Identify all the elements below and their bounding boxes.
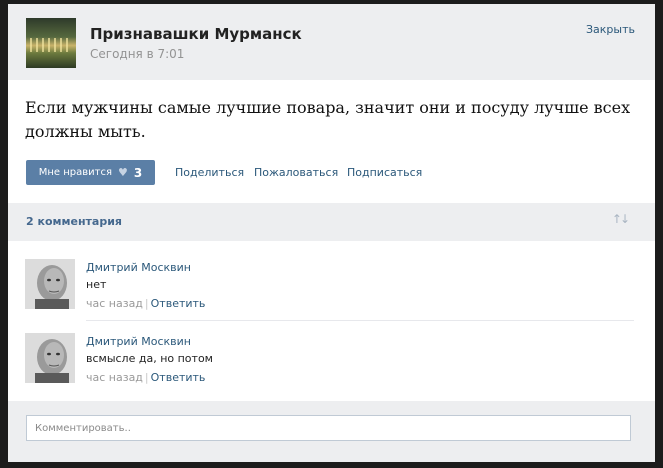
comment-meta: час назад | Ответить (86, 297, 205, 310)
meta-separator: | (144, 371, 149, 384)
comment-author[interactable]: Дмитрий Москвин (86, 335, 191, 348)
like-count: 3 (133, 165, 143, 180)
post-text: Если мужчины самые лучшие повара, значит… (25, 98, 631, 141)
comment-input[interactable] (26, 415, 631, 441)
meta-separator: | (144, 297, 149, 310)
subscribe-link[interactable]: Подписаться (347, 166, 422, 179)
share-link[interactable]: Поделиться (175, 166, 244, 179)
like-button[interactable]: Мне нравится ♥ 3 (26, 160, 155, 185)
group-name[interactable]: Признавашки Мурманск (90, 25, 302, 43)
comments-count[interactable]: 2 комментария (26, 215, 122, 228)
comment-text: всмысле да, но потом (86, 352, 213, 365)
like-label: Мне нравится (38, 167, 112, 178)
comment-composer (8, 401, 655, 462)
heart-icon: ♥ (118, 166, 128, 179)
comments-bar: 2 комментария ↑↓ (8, 203, 655, 241)
post-header: Признавашки Мурманск Сегодня в 7:01 Закр… (8, 4, 655, 80)
commenter-avatar[interactable] (25, 333, 75, 383)
commenter-avatar[interactable] (25, 259, 75, 309)
comment-item: Дмитрий Москвин всмысле да, но потом час… (8, 333, 655, 405)
comment-time[interactable]: час назад (86, 371, 143, 384)
group-avatar[interactable] (26, 18, 76, 68)
reply-link[interactable]: Ответить (151, 371, 206, 384)
report-link[interactable]: Пожаловаться (254, 166, 338, 179)
comment-time[interactable]: час назад (86, 297, 143, 310)
city-lights-image (30, 38, 72, 52)
comment-divider (86, 320, 634, 321)
comment-meta: час назад | Ответить (86, 371, 205, 384)
comment-text: нет (86, 278, 107, 291)
sort-icon[interactable]: ↑↓ (612, 212, 630, 226)
reply-link[interactable]: Ответить (151, 297, 206, 310)
face-photo-icon (25, 259, 75, 309)
post-time[interactable]: Сегодня в 7:01 (90, 47, 184, 61)
close-link[interactable]: Закрыть (586, 23, 635, 36)
face-photo-icon (25, 333, 75, 383)
post-card: Признавашки Мурманск Сегодня в 7:01 Закр… (8, 4, 655, 462)
comment-author[interactable]: Дмитрий Москвин (86, 261, 191, 274)
